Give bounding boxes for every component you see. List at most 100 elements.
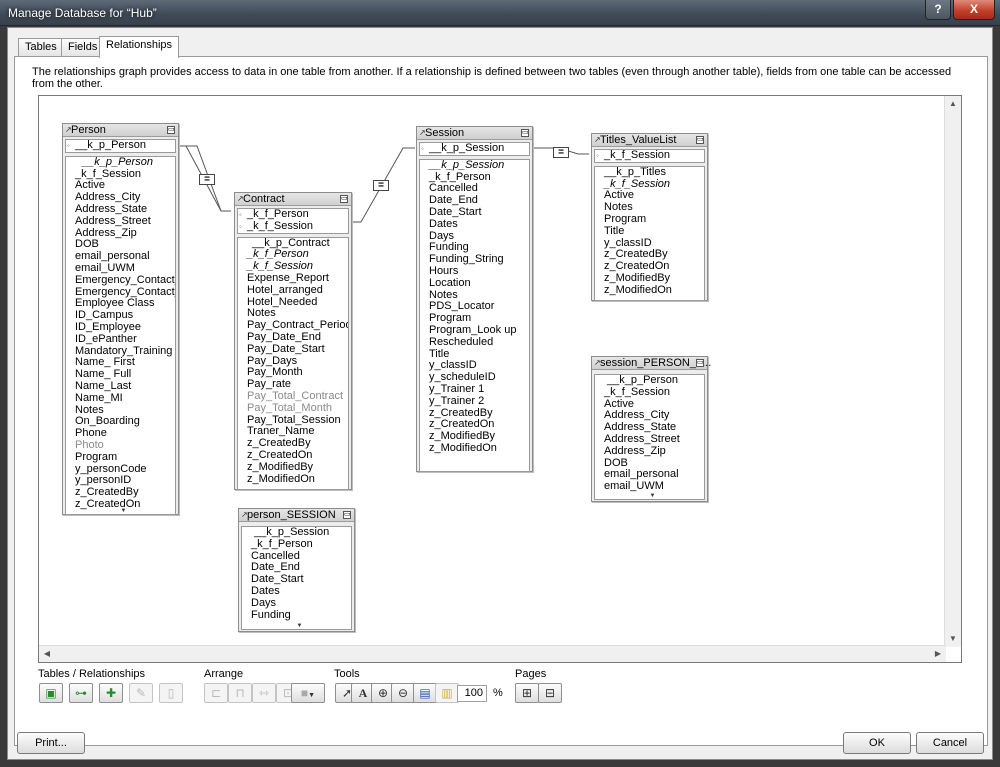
note-tool-icon[interactable]: ▥ bbox=[435, 683, 459, 703]
edit-icon[interactable]: ✎ bbox=[129, 683, 153, 703]
field-list: __k_p_Session _k_f_Person Cancelled Date… bbox=[419, 158, 530, 472]
table-header[interactable]: ↗ session_PERSON_tr... ▭ bbox=[592, 357, 711, 370]
horizontal-scrollbar[interactable]: ◀ ▶ bbox=[39, 645, 946, 662]
relationships-graph[interactable]: = = = ↗ Person ▭ __k_p_Person __k_p_Pers… bbox=[38, 95, 962, 663]
page-setup-icon[interactable]: ⊟ bbox=[538, 683, 562, 703]
more-fields-icon[interactable]: ▼ bbox=[297, 623, 303, 629]
align-left-icon[interactable]: ⊏ bbox=[204, 683, 228, 703]
vertical-scrollbar[interactable]: ▲ ▼ bbox=[944, 96, 961, 647]
cancel-button[interactable]: Cancel bbox=[916, 732, 984, 754]
add-table-icon[interactable]: ▣ bbox=[39, 683, 63, 703]
field: Program bbox=[75, 450, 118, 463]
distribute-icon[interactable]: ⇿ bbox=[252, 683, 276, 703]
field: Address_State bbox=[75, 202, 148, 215]
more-fields-icon[interactable]: ▼ bbox=[121, 508, 127, 514]
tab-relationships[interactable]: Relationships bbox=[99, 36, 180, 58]
zoom-input[interactable]: 100 bbox=[457, 685, 487, 702]
table-name: person_SESSION bbox=[247, 509, 336, 521]
table-occurrence-session-person[interactable]: ↗ session_PERSON_tr... ▭ __k_p_Person _k… bbox=[591, 356, 711, 502]
field: Dates bbox=[251, 584, 280, 597]
scroll-left-icon[interactable]: ◀ bbox=[39, 646, 55, 662]
field: _k_f_Session bbox=[604, 385, 671, 398]
scroll-down-icon[interactable]: ▼ bbox=[945, 631, 961, 647]
duplicate-icon[interactable]: ✚ bbox=[99, 683, 123, 703]
field: Pay_Date_End bbox=[247, 330, 321, 343]
pages-label: Pages bbox=[515, 668, 547, 680]
field: Pay_Total_Contract bbox=[247, 389, 343, 402]
tools-label: Tools bbox=[334, 668, 360, 680]
field: Address_Street bbox=[604, 432, 680, 445]
field-list: __k_p_Titles _k_f_Session Active Notes P… bbox=[594, 165, 705, 301]
arrange-label: Arrange bbox=[204, 668, 244, 680]
collapse-icon[interactable]: ▭ bbox=[343, 511, 351, 519]
table-occurrence-person[interactable]: ↗ Person ▭ __k_p_Person __k_p_Person _k_… bbox=[62, 123, 179, 515]
field: Days bbox=[251, 596, 277, 609]
field: y_Trainer 2 bbox=[429, 394, 485, 407]
field: Name_MI bbox=[75, 391, 123, 404]
field: Title bbox=[604, 224, 625, 237]
table-header[interactable]: ↗ Person ▭ bbox=[63, 124, 178, 137]
field: z_ModifiedBy bbox=[604, 271, 671, 284]
color-dropdown[interactable]: ■▼ bbox=[291, 683, 325, 703]
dialog-body: Tables Fields Relationships The relation… bbox=[7, 27, 993, 760]
table-occurrence-session[interactable]: ↗ Session ▭ __k_p_Session __k_p_Session … bbox=[416, 126, 533, 472]
relationship-operator-contract-session[interactable]: = bbox=[373, 180, 389, 191]
relationship-operator-session-titles[interactable]: = bbox=[553, 147, 569, 158]
collapse-icon[interactable]: ▭ bbox=[696, 136, 704, 144]
tab-tables[interactable]: Tables bbox=[18, 38, 64, 57]
collapse-icon[interactable]: ▭ bbox=[521, 129, 529, 137]
field: Funding bbox=[251, 608, 291, 621]
collapse-icon[interactable]: ▭ bbox=[340, 195, 348, 203]
table-header[interactable]: ↗ Session ▭ bbox=[417, 127, 532, 140]
field: Rescheduled bbox=[429, 335, 494, 348]
scroll-right-icon[interactable]: ▶ bbox=[930, 646, 946, 662]
page-breaks-icon[interactable]: ⊞ bbox=[515, 683, 539, 703]
table-header[interactable]: ↗ Contract ▭ bbox=[235, 193, 351, 206]
scroll-up-icon[interactable]: ▲ bbox=[945, 96, 961, 112]
field-list: __k_p_Session _k_f_Person Cancelled Date… bbox=[241, 526, 352, 630]
help-button[interactable]: ? bbox=[925, 0, 951, 20]
ok-button[interactable]: OK bbox=[843, 732, 911, 754]
table-occurrence-titles-valuelist[interactable]: ↗ Titles_ValueList ▭ _k_f_Session __k_p_… bbox=[591, 133, 708, 301]
field: Address_Zip bbox=[604, 444, 666, 457]
field: _k_f_Person bbox=[251, 537, 313, 550]
chevron-down-icon: ▼ bbox=[308, 692, 316, 699]
page-view-icon[interactable]: ▤ bbox=[413, 683, 437, 703]
key-fields: __k_p_Person bbox=[65, 139, 176, 153]
window-title: Manage Database for “Hub” bbox=[8, 6, 157, 20]
table-name: Session bbox=[425, 127, 465, 139]
table-name: Titles_ValueList bbox=[600, 134, 677, 146]
field: Program_Look up bbox=[429, 323, 517, 336]
print-button[interactable]: Print... bbox=[17, 732, 85, 754]
key-field: _k_f_Session bbox=[595, 149, 704, 162]
field: email_UWM bbox=[75, 261, 135, 274]
zoom-unit: % bbox=[493, 687, 503, 699]
tab-fields[interactable]: Fields bbox=[61, 38, 105, 57]
key-fields: _k_f_Session bbox=[594, 149, 705, 163]
table-header[interactable]: ↗ Titles_ValueList ▭ bbox=[592, 134, 707, 147]
table-occurrence-contract[interactable]: ↗ Contract ▭ _k_f_Person _k_f_Session __… bbox=[234, 192, 352, 490]
table-occurrence-person-session[interactable]: ↗ person_SESSION ▭ __k_p_Session _k_f_Pe… bbox=[238, 508, 355, 632]
relationship-operator-person-contract[interactable]: = bbox=[199, 174, 215, 185]
delete-icon[interactable]: ▯ bbox=[159, 683, 183, 703]
field: z_CreatedOn bbox=[247, 448, 313, 461]
collapse-icon[interactable]: ▭ bbox=[696, 359, 704, 367]
collapse-icon[interactable]: ▭ bbox=[167, 126, 175, 134]
field: __k_p_Person bbox=[82, 155, 153, 168]
field: z_ModifiedOn bbox=[604, 283, 672, 296]
field: Expense_Report bbox=[247, 271, 329, 284]
zoom-out-icon[interactable]: ⊖ bbox=[391, 683, 415, 703]
field: Pay_Total_Month bbox=[247, 401, 332, 414]
add-relationship-icon[interactable]: ⊶ bbox=[69, 683, 93, 703]
align-top-icon[interactable]: ⊓ bbox=[228, 683, 252, 703]
field-list: __k_p_Contract _k_f_Person _k_f_Session … bbox=[237, 236, 349, 490]
key-fields: __k_p_Session bbox=[419, 142, 530, 156]
more-fields-icon[interactable]: ▼ bbox=[650, 493, 656, 499]
window-titlebar: Manage Database for “Hub” ? X bbox=[0, 0, 1000, 26]
field: ID_ePanther bbox=[75, 332, 137, 345]
field: y_Trainer 1 bbox=[429, 382, 485, 395]
field: __k_p_Session bbox=[429, 158, 505, 171]
field: Address_Street bbox=[75, 214, 151, 227]
close-button[interactable]: X bbox=[953, 0, 995, 20]
table-header[interactable]: ↗ person_SESSION ▭ bbox=[239, 509, 354, 522]
